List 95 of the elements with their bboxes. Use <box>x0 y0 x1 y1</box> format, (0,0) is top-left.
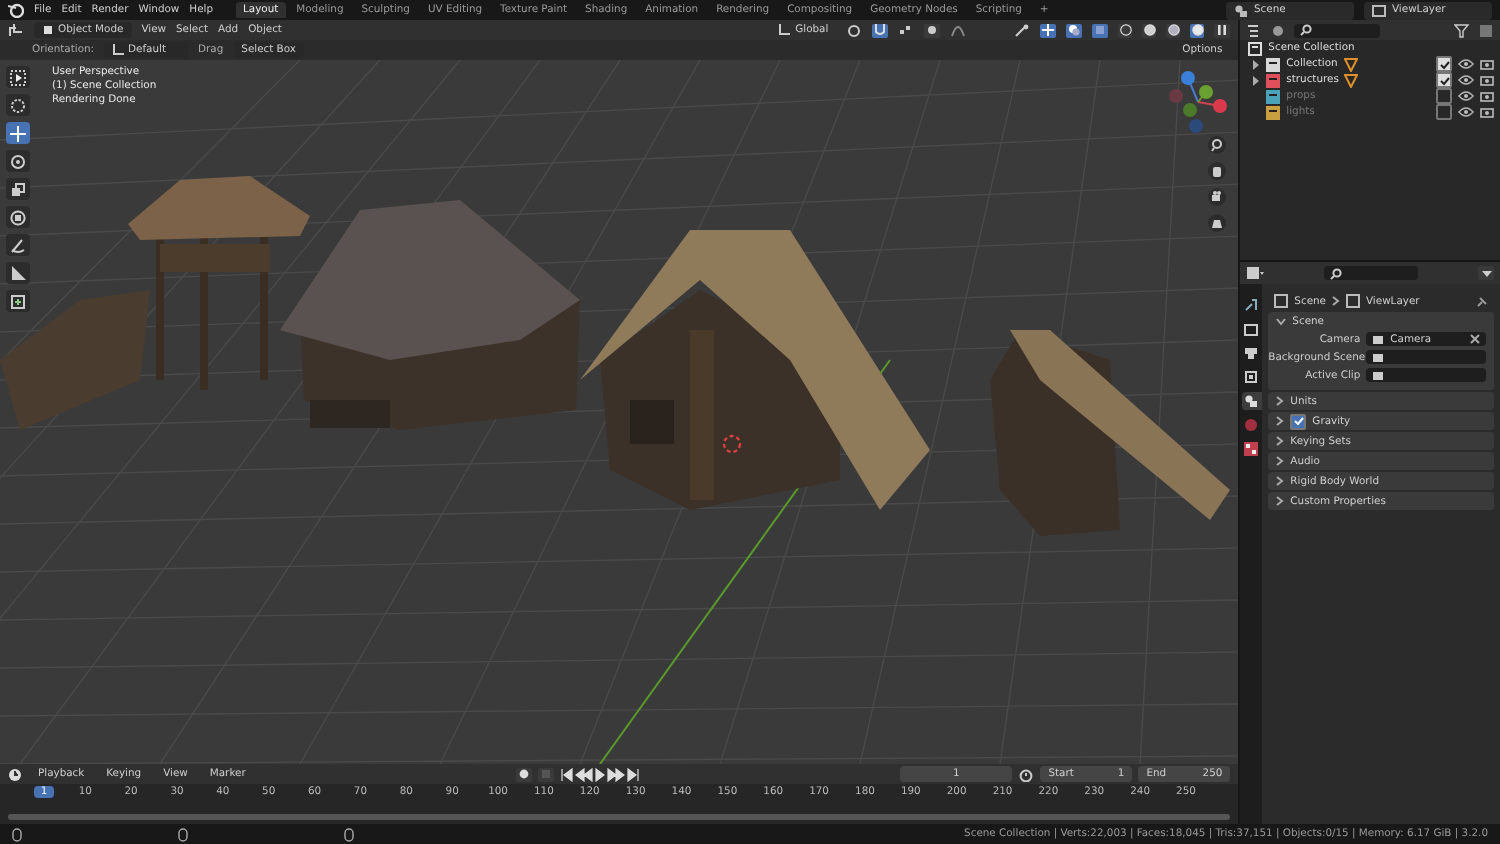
snap-button[interactable] <box>872 23 889 37</box>
scale-icon <box>10 181 26 197</box>
add-cube-icon <box>10 293 26 309</box>
eye-icon[interactable] <box>1458 58 1474 70</box>
shading-button[interactable] <box>1142 23 1157 37</box>
tool-button[interactable] <box>6 262 30 284</box>
editor-type-icon[interactable] <box>8 23 24 37</box>
list-icon[interactable] <box>1246 23 1263 37</box>
overlay-button[interactable] <box>1066 23 1083 37</box>
record-icon <box>517 768 530 780</box>
display-mode-icon[interactable] <box>1270 23 1287 37</box>
overlay-icon <box>1068 24 1081 36</box>
cursor-arrow-icon <box>10 69 26 85</box>
eye-icon[interactable] <box>1458 74 1474 86</box>
magnet-icon <box>874 24 887 36</box>
axis-gizmo-icon[interactable] <box>1168 68 1228 136</box>
mouse-icon <box>12 827 22 841</box>
tool-button[interactable] <box>6 178 30 200</box>
shading-button[interactable] <box>1190 23 1205 37</box>
exclude-checkbox[interactable] <box>1436 104 1452 120</box>
search-field[interactable] <box>1294 23 1381 37</box>
gizmo-button[interactable] <box>1040 23 1057 37</box>
move-arrows-icon <box>10 125 26 141</box>
snap-target-icon[interactable] <box>898 23 915 37</box>
axes-icon <box>777 24 792 36</box>
mouse-icon <box>178 827 188 841</box>
gravity-checkbox[interactable] <box>1290 413 1307 429</box>
shading-button[interactable] <box>1166 23 1181 37</box>
gizmo-icon <box>1042 24 1055 36</box>
tool-button[interactable] <box>6 206 30 228</box>
chevron-down-icon <box>1276 317 1287 325</box>
search-icon <box>1300 24 1313 36</box>
exclude-checkbox[interactable] <box>1436 56 1452 72</box>
properties-tab[interactable] <box>1241 344 1262 362</box>
globe-icon <box>1244 418 1259 432</box>
rotate-icon <box>10 153 26 169</box>
pin-icon[interactable] <box>1476 295 1488 307</box>
search-field[interactable] <box>1324 266 1419 280</box>
clock-icon[interactable] <box>8 767 24 781</box>
mouse-icon <box>344 827 354 841</box>
wrench-icon <box>1244 298 1259 312</box>
tool-button[interactable] <box>6 234 30 256</box>
pencil-icon <box>10 237 26 253</box>
pivot-icon[interactable] <box>846 23 863 37</box>
crosshair-icon <box>10 97 26 113</box>
search-icon <box>1330 267 1343 279</box>
stopwatch-icon[interactable] <box>1018 767 1035 781</box>
caret-icon <box>1481 269 1492 277</box>
exclude-checkbox[interactable] <box>1436 72 1452 88</box>
expand-toggle[interactable] <box>1252 59 1261 69</box>
tool-button[interactable] <box>6 122 30 144</box>
pause-render-button[interactable] <box>1214 23 1231 37</box>
checker-icon <box>1244 442 1259 456</box>
properties-tab[interactable] <box>1241 320 1262 338</box>
magnifier-icon <box>1210 138 1224 152</box>
tool-button[interactable] <box>6 66 30 88</box>
transform-icon <box>10 209 26 225</box>
properties-tab[interactable] <box>1241 392 1262 410</box>
scrollbar[interactable] <box>8 814 1231 820</box>
chevron-right-icon <box>1332 296 1340 306</box>
filter-icon[interactable] <box>1454 23 1470 37</box>
ruler-icon <box>10 265 26 281</box>
wire-sphere-icon <box>1119 24 1132 36</box>
eye-icon[interactable] <box>1458 106 1474 118</box>
options-button[interactable] <box>1478 266 1495 280</box>
tool-button[interactable] <box>6 94 30 116</box>
properties-tab[interactable] <box>1241 296 1262 314</box>
playback-controls-icon[interactable] <box>559 767 640 781</box>
xray-button[interactable] <box>1092 23 1109 37</box>
xray-icon <box>1094 24 1107 36</box>
collection-icon <box>1248 41 1263 55</box>
checkmark-icon <box>1293 416 1304 426</box>
app-logo-icon[interactable] <box>8 2 24 18</box>
object-field[interactable] <box>1366 350 1486 364</box>
3d-cursor-icon[interactable] <box>722 434 742 454</box>
expand-toggle[interactable] <box>1252 75 1261 85</box>
printer-icon <box>1244 346 1259 360</box>
visibility-icon[interactable] <box>1014 23 1031 37</box>
exclude-checkbox[interactable] <box>1436 88 1452 104</box>
object-field[interactable] <box>1366 368 1486 382</box>
properties-tab[interactable] <box>1241 368 1262 386</box>
tool-button[interactable] <box>6 290 30 312</box>
shading-button[interactable] <box>1118 23 1133 37</box>
target-icon <box>926 24 939 36</box>
close-icon[interactable] <box>1470 334 1480 344</box>
axes-icon <box>112 44 125 56</box>
zoom-button[interactable] <box>1208 136 1226 154</box>
eye-icon[interactable] <box>1458 90 1474 102</box>
properties-tab[interactable] <box>1241 440 1262 458</box>
falloff-icon[interactable] <box>950 23 967 37</box>
tool-button[interactable] <box>6 150 30 172</box>
record-button[interactable] <box>515 767 532 781</box>
proportional-edit-button[interactable] <box>924 23 941 37</box>
pause-icon <box>1216 24 1229 36</box>
properties-editor-icon[interactable] <box>1246 266 1265 280</box>
